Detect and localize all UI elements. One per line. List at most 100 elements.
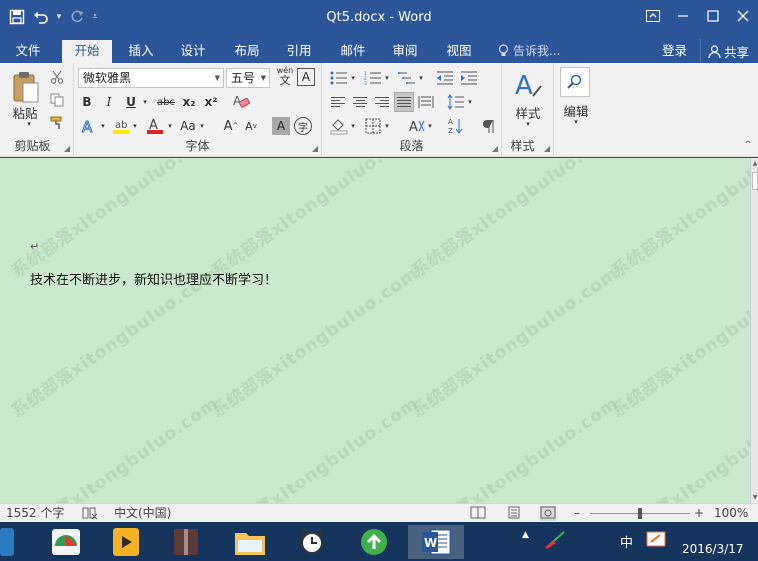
taskbar-item-explorer[interactable] — [222, 525, 278, 559]
italic-button[interactable]: I — [100, 92, 118, 112]
align-center-button[interactable] — [350, 92, 370, 112]
tab-layout[interactable]: 布局 — [224, 40, 270, 63]
document-body-text[interactable]: 技术在不断进步，新知识也理应不断学习！ — [30, 269, 277, 288]
tab-mailings[interactable]: 邮件 — [330, 40, 376, 63]
subscript-button[interactable]: x₂ — [180, 92, 198, 112]
tab-design[interactable]: 设计 — [170, 40, 216, 63]
print-layout-button[interactable] — [506, 506, 522, 521]
minimize-button[interactable] — [668, 0, 698, 32]
word-count[interactable]: 1552 个字 — [6, 506, 64, 521]
strikethrough-button[interactable]: abc — [154, 92, 178, 112]
taskbar-item-updater[interactable] — [346, 525, 402, 559]
change-case-button[interactable]: Aa — [178, 115, 198, 137]
line-spacing-dropdown-icon[interactable]: ▾ — [466, 92, 474, 112]
styles-button[interactable]: A — [512, 67, 544, 101]
tab-view[interactable]: 视图 — [436, 40, 482, 63]
editing-button[interactable] — [560, 67, 590, 97]
underline-dropdown-icon[interactable]: ▾ — [140, 92, 150, 112]
taskbar-item-app2[interactable] — [98, 525, 154, 559]
ribbon-display-options-button[interactable] — [638, 0, 668, 32]
multilevel-list-button[interactable] — [396, 68, 418, 88]
highlight-dropdown-icon[interactable]: ▾ — [131, 115, 139, 137]
numbering-button[interactable]: 123 — [362, 68, 384, 88]
tell-me-box[interactable]: 告诉我... — [498, 40, 560, 62]
language-indicator[interactable]: 中文(中国) — [114, 506, 171, 521]
tab-home[interactable]: 开始 — [62, 40, 112, 63]
font-size-combo[interactable]: 五号 ▼ — [226, 68, 270, 88]
highlight-button[interactable]: ab — [110, 115, 132, 137]
network-tray-icon[interactable] — [544, 528, 566, 553]
copy-button[interactable] — [48, 91, 66, 109]
taskbar-item-app1[interactable] — [38, 525, 94, 559]
web-layout-button[interactable] — [540, 506, 556, 521]
zoom-out-icon[interactable]: – — [574, 506, 580, 521]
bullets-dropdown-icon[interactable]: ▾ — [349, 68, 357, 88]
share-button[interactable]: 共享 — [700, 39, 756, 63]
justify-button[interactable] — [394, 92, 414, 112]
align-right-button[interactable] — [372, 92, 392, 112]
decrease-indent-button[interactable] — [434, 68, 456, 88]
tab-file[interactable]: 文件 — [4, 40, 52, 63]
tab-references[interactable]: 引用 — [276, 40, 322, 63]
bold-button[interactable]: B — [78, 92, 96, 112]
tab-insert[interactable]: 插入 — [118, 40, 164, 63]
font-color-dropdown-icon[interactable]: ▾ — [166, 115, 174, 137]
taskbar-item-partial[interactable] — [0, 525, 18, 559]
editing-dropdown-icon[interactable]: ▾ — [570, 117, 582, 127]
superscript-button[interactable]: x² — [202, 92, 220, 112]
bullets-button[interactable] — [328, 68, 350, 88]
paste-dropdown-icon[interactable]: ▾ — [24, 119, 34, 129]
styles-dropdown-icon[interactable]: ▾ — [522, 119, 534, 129]
format-painter-button[interactable] — [48, 114, 66, 132]
sort-button[interactable]: AZ — [446, 115, 466, 137]
clear-formatting-button[interactable]: A — [230, 91, 252, 111]
text-effects-dropdown-icon[interactable]: ▾ — [99, 115, 107, 137]
character-border-button[interactable]: A — [297, 68, 315, 86]
tab-review[interactable]: 审阅 — [382, 40, 428, 63]
distributed-button[interactable] — [416, 92, 436, 112]
styles-launcher-icon[interactable]: ◢ — [544, 144, 550, 153]
font-color-button[interactable]: A — [144, 115, 166, 137]
line-spacing-button[interactable] — [446, 92, 466, 112]
proofing-status[interactable] — [82, 506, 98, 521]
zoom-slider-thumb[interactable] — [638, 508, 642, 519]
grow-font-button[interactable]: A ^ — [222, 115, 240, 137]
ime-pad-icon[interactable] — [646, 530, 666, 551]
shading-dropdown-icon[interactable]: ▾ — [349, 115, 357, 137]
zoom-in-icon[interactable]: + — [694, 506, 704, 521]
sign-in-link[interactable]: 登录 — [662, 40, 687, 62]
text-effects-button[interactable]: A — [78, 115, 100, 137]
underline-button[interactable]: U — [122, 92, 140, 112]
cut-button[interactable] — [48, 68, 66, 86]
borders-button[interactable] — [362, 115, 384, 137]
document-canvas[interactable]: 系统部落xitongbuluo.com 系统部落xitongbuluo.com … — [0, 158, 750, 503]
scroll-thumb[interactable] — [752, 172, 758, 190]
zoom-level[interactable]: 100% — [714, 506, 748, 521]
paragraph-launcher-icon[interactable]: ◢ — [492, 144, 498, 153]
taskbar-item-word[interactable]: W — [408, 525, 464, 559]
chinese-layout-dropdown-icon[interactable]: ▾ — [426, 115, 434, 137]
character-shading-button[interactable]: A — [272, 117, 290, 135]
scroll-down-icon[interactable]: ▼ — [751, 494, 758, 501]
enclose-characters-button[interactable]: 字 — [294, 117, 312, 135]
maximize-button[interactable] — [698, 0, 728, 32]
clipboard-launcher-icon[interactable]: ◢ — [64, 144, 70, 153]
show-marks-button[interactable] — [478, 115, 498, 137]
font-launcher-icon[interactable]: ◢ — [312, 144, 318, 153]
vertical-scrollbar[interactable]: ▲ ▼ — [750, 158, 758, 503]
align-left-button[interactable] — [328, 92, 348, 112]
phonetic-guide-button[interactable]: wén 文 — [274, 66, 296, 88]
tray-expand-icon[interactable]: ▲ — [522, 530, 529, 540]
increase-indent-button[interactable] — [458, 68, 480, 88]
multilevel-dropdown-icon[interactable]: ▾ — [417, 68, 425, 88]
numbering-dropdown-icon[interactable]: ▾ — [383, 68, 391, 88]
borders-dropdown-icon[interactable]: ▾ — [383, 115, 391, 137]
close-button[interactable] — [728, 0, 758, 32]
ime-indicator[interactable]: 中 — [620, 532, 633, 551]
chinese-layout-button[interactable]: A — [406, 115, 428, 137]
font-name-combo[interactable]: 微软雅黑 ▼ — [78, 68, 224, 88]
taskbar-item-alarm[interactable] — [284, 525, 340, 559]
change-case-dropdown-icon[interactable]: ▾ — [198, 115, 206, 137]
taskbar-item-app3[interactable] — [158, 525, 214, 559]
clock-date[interactable]: 2016/3/17 — [682, 542, 744, 556]
